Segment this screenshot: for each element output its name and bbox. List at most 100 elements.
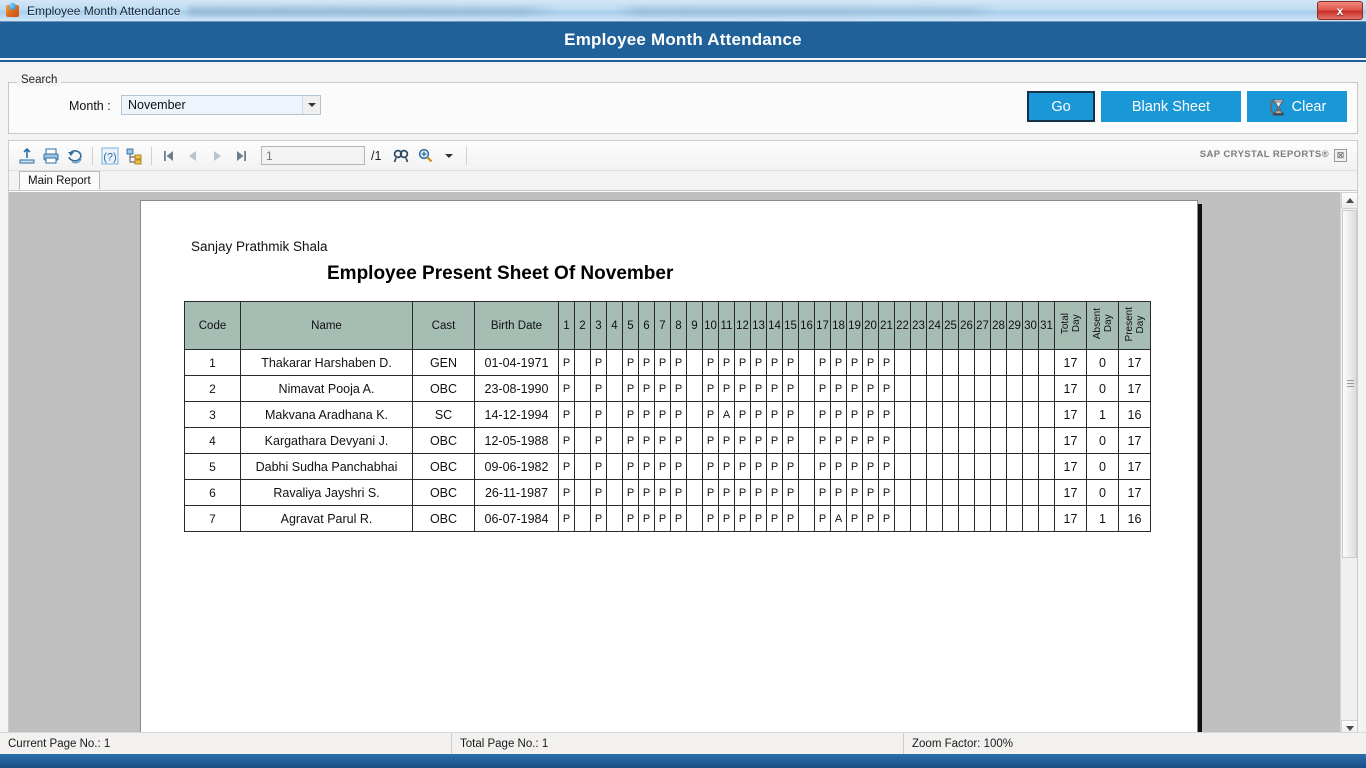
cell-name: Nimavat Pooja A.: [240, 375, 413, 402]
cell-day-mark: [926, 479, 943, 506]
cell-day-mark: [926, 453, 943, 480]
cell-day-mark: P: [782, 401, 799, 428]
cell-code: 3: [184, 401, 241, 428]
cell-day-mark: [958, 505, 975, 532]
toolbar-separator: [151, 146, 152, 165]
cell-day-mark: [990, 427, 1007, 454]
cell-day-mark: [574, 349, 591, 376]
cell-day-mark: P: [830, 375, 847, 402]
column-header-day: 28: [990, 301, 1007, 350]
cell-day-mark: [574, 375, 591, 402]
cell-day-mark: [894, 349, 911, 376]
window-close-button[interactable]: x: [1317, 1, 1363, 20]
cell-day-mark: [974, 479, 991, 506]
cell-day-mark: [574, 401, 591, 428]
vertical-scrollbar[interactable]: [1340, 192, 1357, 737]
column-header-total-day: Total Day: [1054, 301, 1087, 350]
last-page-icon[interactable]: [229, 144, 253, 168]
column-header-day: 24: [926, 301, 943, 350]
cell-total-day: 17: [1054, 453, 1087, 480]
cell-day-mark: [1038, 453, 1055, 480]
go-button[interactable]: Go: [1027, 91, 1095, 122]
cell-day-mark: [1006, 349, 1023, 376]
cell-day-mark: P: [654, 427, 671, 454]
scroll-up-icon[interactable]: [1341, 192, 1357, 209]
cell-cast: OBC: [412, 505, 475, 532]
find-icon[interactable]: [389, 144, 413, 168]
cell-absent-day: 0: [1086, 349, 1119, 376]
help-icon[interactable]: (?): [98, 144, 122, 168]
zoom-icon[interactable]: [413, 144, 437, 168]
clear-button-label: Clear: [1291, 98, 1327, 115]
group-tree-icon[interactable]: [122, 144, 146, 168]
cell-day-mark: P: [878, 427, 895, 454]
cell-day-mark: P: [750, 401, 767, 428]
cell-day-mark: P: [766, 349, 783, 376]
cell-day-mark: [958, 479, 975, 506]
app-header: Employee Month Attendance: [0, 22, 1366, 60]
cell-day-mark: P: [558, 479, 575, 506]
cell-day-mark: P: [846, 401, 863, 428]
zoom-dropdown-icon[interactable]: [437, 144, 461, 168]
cell-day-mark: [1038, 427, 1055, 454]
column-header-day: 15: [782, 301, 799, 350]
cell-present-day: 17: [1118, 479, 1151, 506]
cell-day-mark: P: [814, 401, 831, 428]
titlebar-ghost-text: [188, 5, 1309, 16]
cell-code: 7: [184, 505, 241, 532]
cell-day-mark: P: [558, 349, 575, 376]
scrollbar-thumb[interactable]: [1342, 210, 1357, 558]
month-selected-value: November: [128, 98, 186, 112]
chevron-down-icon[interactable]: [302, 96, 320, 114]
status-bar: Current Page No.: 1 Total Page No.: 1 Zo…: [0, 732, 1366, 755]
page-number-input[interactable]: [261, 146, 365, 165]
cell-day-mark: P: [734, 427, 751, 454]
export-icon[interactable]: [15, 144, 39, 168]
cell-day-mark: P: [862, 453, 879, 480]
cell-name: Ravaliya Jayshri S.: [240, 479, 413, 506]
cell-day-mark: P: [654, 453, 671, 480]
report-tab-bar: Main Report: [9, 171, 1357, 191]
cell-day-mark: P: [814, 505, 831, 532]
table-row: 1 Thakarar Harshaben D. GEN 01-04-1971 P P P P P…: [184, 349, 1151, 376]
cell-day-mark: [942, 479, 959, 506]
cell-absent-day: 0: [1086, 375, 1119, 402]
cell-present-day: 17: [1118, 427, 1151, 454]
cell-day-mark: [1006, 401, 1023, 428]
cell-day-mark: [910, 505, 927, 532]
table-row: 2 Nimavat Pooja A. OBC 23-08-1990 P P P P P P P P P P…: [184, 375, 1151, 402]
cell-day-mark: P: [622, 375, 639, 402]
cell-day-mark: [606, 349, 623, 376]
column-header-day: 4: [606, 301, 623, 350]
cell-day-mark: P: [846, 453, 863, 480]
cell-day-mark: P: [750, 349, 767, 376]
cell-day-mark: P: [670, 427, 687, 454]
column-header-day: 9: [686, 301, 703, 350]
cell-day-mark: P: [718, 349, 735, 376]
print-icon[interactable]: [39, 144, 63, 168]
cell-day-mark: [974, 375, 991, 402]
clear-button[interactable]: Clear: [1247, 91, 1347, 122]
cell-day-mark: [974, 505, 991, 532]
cell-day-mark: [958, 375, 975, 402]
blank-sheet-button[interactable]: Blank Sheet: [1101, 91, 1241, 122]
cell-day-mark: [974, 401, 991, 428]
month-dropdown[interactable]: November: [121, 95, 321, 115]
cell-day-mark: [1006, 479, 1023, 506]
cell-name: Kargathara Devyani J.: [240, 427, 413, 454]
cell-day-mark: [1022, 453, 1039, 480]
refresh-icon[interactable]: [63, 144, 87, 168]
cell-day-mark: [1006, 427, 1023, 454]
cell-day-mark: P: [702, 401, 719, 428]
cell-day-mark: [942, 375, 959, 402]
previous-page-icon[interactable]: [181, 144, 205, 168]
viewer-close-icon[interactable]: ⊠: [1334, 149, 1347, 162]
tab-main-report[interactable]: Main Report: [19, 171, 100, 190]
cell-day-mark: P: [830, 453, 847, 480]
cell-day-mark: P: [702, 453, 719, 480]
next-page-icon[interactable]: [205, 144, 229, 168]
hourglass-icon: [1268, 98, 1286, 116]
cell-birth-date: 09-06-1982: [474, 453, 559, 480]
status-zoom-factor: Zoom Factor: 100%: [912, 737, 1013, 750]
first-page-icon[interactable]: [157, 144, 181, 168]
